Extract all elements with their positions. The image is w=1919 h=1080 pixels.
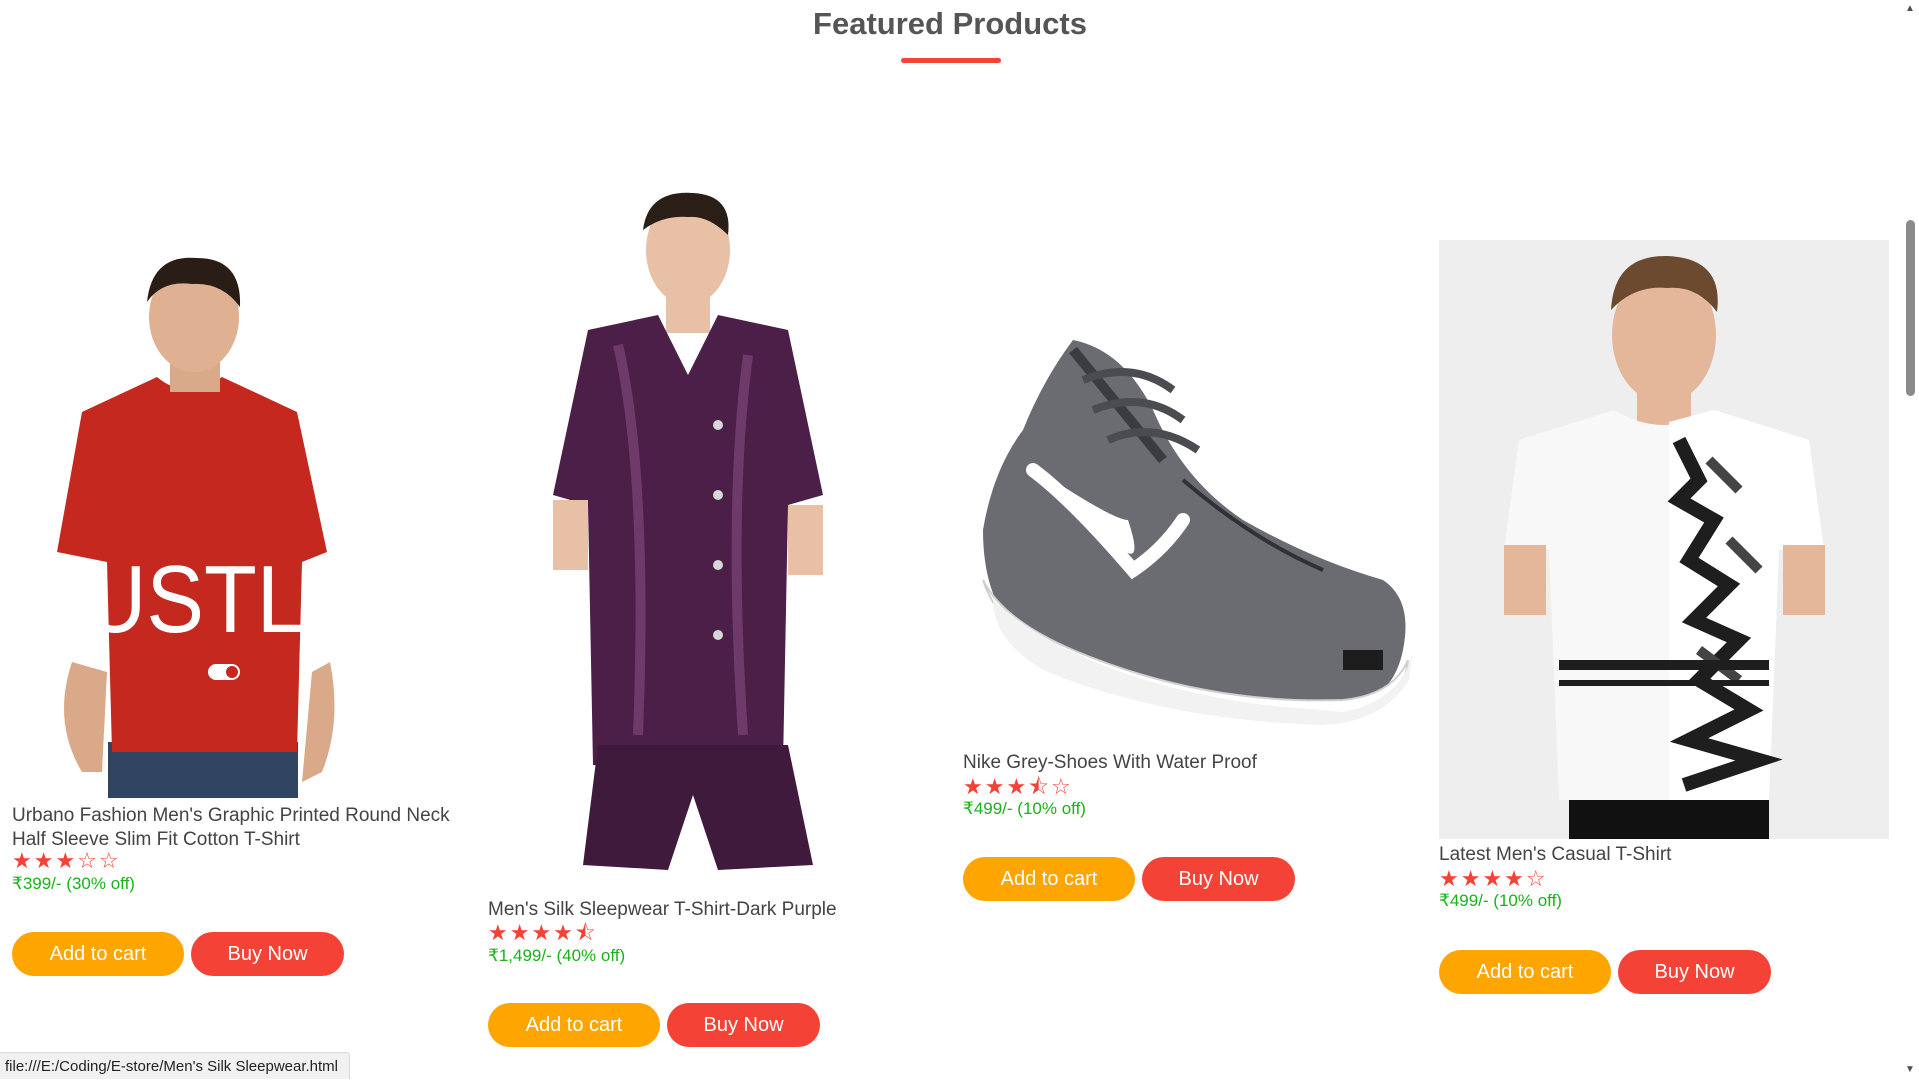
add-to-cart-button[interactable]: Add to cart [1439,950,1611,994]
vertical-scrollbar[interactable]: ▲ ▼ [1902,0,1919,1079]
add-to-cart-button[interactable]: Add to cart [12,932,184,976]
product-price: ₹499/- (10% off) [1439,891,1562,910]
section-title-underline [901,58,1001,63]
product-price: ₹499/- (10% off) [963,799,1086,818]
product-price: ₹1,499/- (40% off) [488,946,626,965]
purple-silk-sleepwear-image[interactable] [488,175,938,892]
product-price: ₹399/- (30% off) [12,874,135,893]
add-to-cart-button[interactable]: Add to cart [488,1003,660,1047]
product-name[interactable]: Urbano Fashion Men's Graphic Printed Rou… [12,804,466,852]
buy-now-button[interactable]: Buy Now [1618,950,1771,994]
scroll-down-arrow-icon[interactable]: ▼ [1905,1065,1915,1075]
star-rating: ★★★★⯪ [488,920,598,945]
grey-nike-shoe-image[interactable] [963,320,1417,740]
star-rating: ★★★⯪☆ [963,774,1073,799]
printed-casual-tshirt-image[interactable] [1439,240,1889,839]
svg-text:HUSTLE: HUSTLE [22,546,363,653]
buy-now-button[interactable]: Buy Now [667,1003,820,1047]
product-name[interactable]: Men's Silk Sleepwear T-Shirt-Dark Purple [488,898,942,922]
star-rating: ★★★☆☆ [12,848,121,873]
status-bar-url: file:///E:/Coding/E-store/Men's Silk Sle… [0,1052,350,1079]
buy-now-button[interactable]: Buy Now [1142,857,1295,901]
product-name[interactable]: Latest Men's Casual T-Shirt [1439,843,1893,867]
scroll-thumb[interactable] [1906,220,1915,396]
product-name[interactable]: Nike Grey-Shoes With Water Proof [963,751,1417,775]
buy-now-button[interactable]: Buy Now [191,932,344,976]
red-hustle-tshirt-image[interactable]: HUSTLE [12,252,370,798]
scroll-up-arrow-icon[interactable]: ▲ [1905,4,1915,14]
add-to-cart-button[interactable]: Add to cart [963,857,1135,901]
star-rating: ★★★★☆ [1439,866,1548,891]
section-title: Featured Products [813,6,1087,41]
